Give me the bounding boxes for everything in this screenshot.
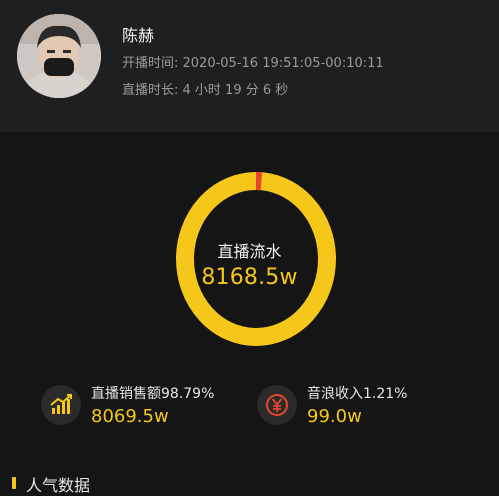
tips-value: 99.0w <box>307 406 362 427</box>
chart-up-icon <box>41 385 81 425</box>
sales-value: 8069.5w <box>91 406 169 427</box>
start-time: 开播时间: 2020-05-16 19:51:05-00:10:11 <box>122 52 384 71</box>
section-title: 人气数据 <box>26 472 90 496</box>
avatar-image <box>17 14 101 98</box>
donut-title: 直播流水 <box>0 238 499 262</box>
section-marker <box>12 477 16 489</box>
avatar[interactable] <box>17 14 101 98</box>
yen-coin-icon <box>257 385 297 425</box>
donut-total: 8168.5w <box>0 265 499 290</box>
streamer-name: 陈赫 <box>122 22 154 46</box>
stream-duration: 直播时长: 4 小时 19 分 6 秒 <box>122 79 288 98</box>
streamer-header: 陈赫 开播时间: 2020-05-16 19:51:05-00:10:11 直播… <box>0 0 499 132</box>
tips-label: 音浪收入1.21% <box>307 383 407 403</box>
sales-label: 直播销售额98.79% <box>91 383 214 403</box>
